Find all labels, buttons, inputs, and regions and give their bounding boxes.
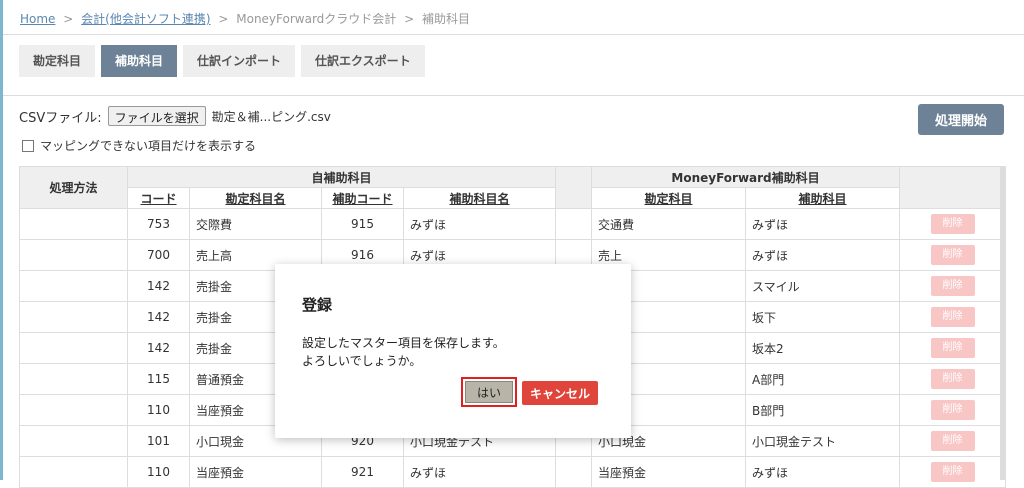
dialog-title: 登録 <box>302 296 333 314</box>
confirm-dialog: 登録 設定したマスター項目を保存します。 よろしいでしょうか。 はい キャンセル <box>275 264 631 438</box>
dialog-message: 設定したマスター項目を保存します。 よろしいでしょうか。 <box>302 334 505 370</box>
cancel-button[interactable]: キャンセル <box>522 381 598 405</box>
dialog-buttons: はい キャンセル <box>461 377 598 407</box>
yes-button-highlight: はい <box>461 377 517 407</box>
dialog-message-line1: 設定したマスター項目を保存します。 <box>302 336 505 350</box>
dialog-message-line2: よろしいでしょうか。 <box>302 354 422 368</box>
yes-button[interactable]: はい <box>465 381 513 403</box>
